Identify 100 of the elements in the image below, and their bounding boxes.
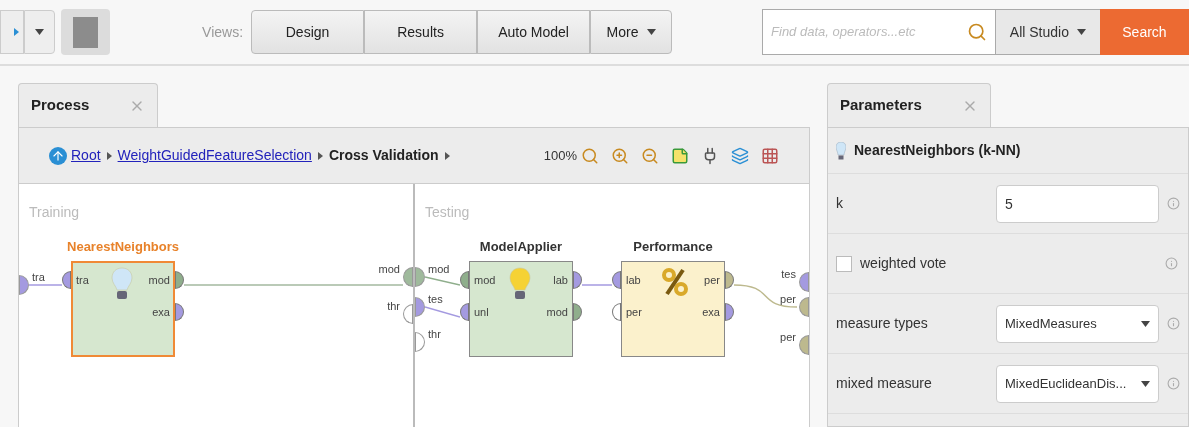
search-icon (966, 22, 987, 42)
more-menu-button[interactable]: More (590, 10, 673, 54)
edge-port[interactable] (415, 297, 425, 317)
port-label: exa (702, 305, 720, 320)
add-note-icon[interactable] (671, 146, 689, 165)
info-icon[interactable] (1167, 197, 1180, 210)
view-button[interactable]: Auto Model (477, 10, 591, 54)
caret-icon (34, 29, 44, 35)
edge-port[interactable] (19, 275, 29, 295)
info-icon[interactable] (1167, 377, 1180, 390)
checkbox[interactable] (836, 255, 852, 272)
port-label: mod (428, 262, 450, 277)
view-button[interactable]: Results (364, 10, 478, 54)
operator-name: NearestNeighbors (k-NN) (854, 141, 1021, 160)
views-label: Views: (202, 22, 244, 42)
edge-port[interactable] (415, 332, 425, 352)
operator-box[interactable] (71, 261, 175, 357)
view-button[interactable]: Design (251, 10, 365, 54)
percent-icon (661, 267, 689, 297)
port-label: mod (546, 305, 568, 320)
tab-label: Process (31, 95, 90, 116)
parameter-label: k (836, 194, 844, 213)
zoom-in-icon[interactable] (611, 146, 629, 165)
port[interactable] (573, 271, 582, 289)
info-icon[interactable] (1167, 317, 1180, 330)
port-label: mod (474, 273, 496, 288)
parameter-dropdown[interactable]: MixedEuclideanDis... (996, 364, 1159, 403)
play-icon (13, 28, 19, 36)
edge-port[interactable] (415, 267, 425, 287)
parameter-label: measure types (836, 314, 929, 333)
panel-tab[interactable]: Parameters (827, 83, 991, 127)
edge-port[interactable] (799, 335, 809, 355)
zoom-out-icon[interactable] (641, 146, 659, 165)
operator-box[interactable] (469, 261, 573, 357)
port-label: per (780, 330, 796, 345)
chevron-icon (444, 151, 450, 160)
port-label: per (626, 305, 642, 320)
zoom-fit-icon[interactable] (581, 146, 599, 165)
port-label: tes (428, 292, 443, 307)
port-label: tra (32, 270, 45, 285)
panel-tab[interactable]: Process (18, 83, 159, 127)
operator-title: Performance (633, 239, 713, 256)
info-icon[interactable] (1165, 257, 1178, 270)
edge-port[interactable] (403, 304, 413, 324)
run-button[interactable] (0, 10, 24, 54)
subprocess-title: Training (29, 203, 80, 222)
port[interactable] (62, 271, 71, 289)
stop-icon (72, 16, 98, 48)
connection-line (582, 284, 612, 286)
caret-icon (646, 29, 656, 35)
search-input[interactable]: Find data, operators...etc (771, 22, 967, 42)
port-label: lab (626, 273, 641, 288)
grid-icon[interactable] (761, 146, 779, 165)
edge-port[interactable] (403, 267, 413, 287)
chevron-icon (317, 151, 323, 160)
port[interactable] (612, 303, 621, 321)
port-label: exa (152, 305, 170, 320)
port[interactable] (175, 303, 184, 321)
port[interactable] (460, 271, 469, 289)
breadcrumb-link[interactable]: WeightGuidedFeatureSelection (117, 145, 312, 166)
port[interactable] (573, 303, 582, 321)
port[interactable] (725, 303, 734, 321)
port-label: per (780, 292, 796, 307)
zoom-level: 100% (543, 146, 577, 165)
chevron-icon (106, 151, 112, 160)
lightbulb-icon (836, 141, 846, 160)
port[interactable] (175, 271, 184, 289)
operator-box[interactable] (621, 261, 725, 357)
port-label: mod (148, 273, 170, 288)
search-field[interactable]: Find data, operators...etc (762, 9, 996, 55)
parameter-field[interactable]: 5 (996, 184, 1159, 223)
port-label: tra (76, 273, 89, 288)
dropdown-value: MixedMeasures (1005, 314, 1097, 333)
port[interactable] (725, 271, 734, 289)
layers-icon[interactable] (731, 146, 749, 165)
dropdown-button[interactable] (23, 10, 55, 54)
stop-button[interactable] (60, 9, 111, 55)
connection-line (425, 276, 460, 286)
scope-dropdown[interactable]: All Studio (995, 9, 1100, 55)
breadcrumb-current: Cross Validation (328, 146, 439, 165)
caret-icon (1077, 29, 1086, 35)
parameter-label: weighted vote (860, 254, 948, 273)
port-label: per (704, 273, 720, 288)
operator-title: NearestNeighbors (67, 239, 179, 256)
port[interactable] (612, 271, 621, 289)
port-label: lab (553, 273, 568, 288)
port-label: thr (387, 299, 400, 314)
parameter-label: mixed measure (836, 374, 933, 393)
breadcrumb-link[interactable]: Root (71, 145, 101, 166)
caret-icon (1141, 320, 1150, 327)
connection-line (29, 284, 62, 286)
port-label: thr (428, 327, 441, 342)
edge-port[interactable] (799, 272, 809, 292)
operator-title: ModelApplier (479, 239, 563, 256)
port[interactable] (460, 303, 469, 321)
port-label: mod (378, 262, 400, 277)
parameter-dropdown[interactable]: MixedMeasures (996, 304, 1159, 343)
subprocess-title: Testing (425, 203, 470, 222)
edge-port[interactable] (799, 297, 809, 317)
connection-line (734, 284, 797, 308)
